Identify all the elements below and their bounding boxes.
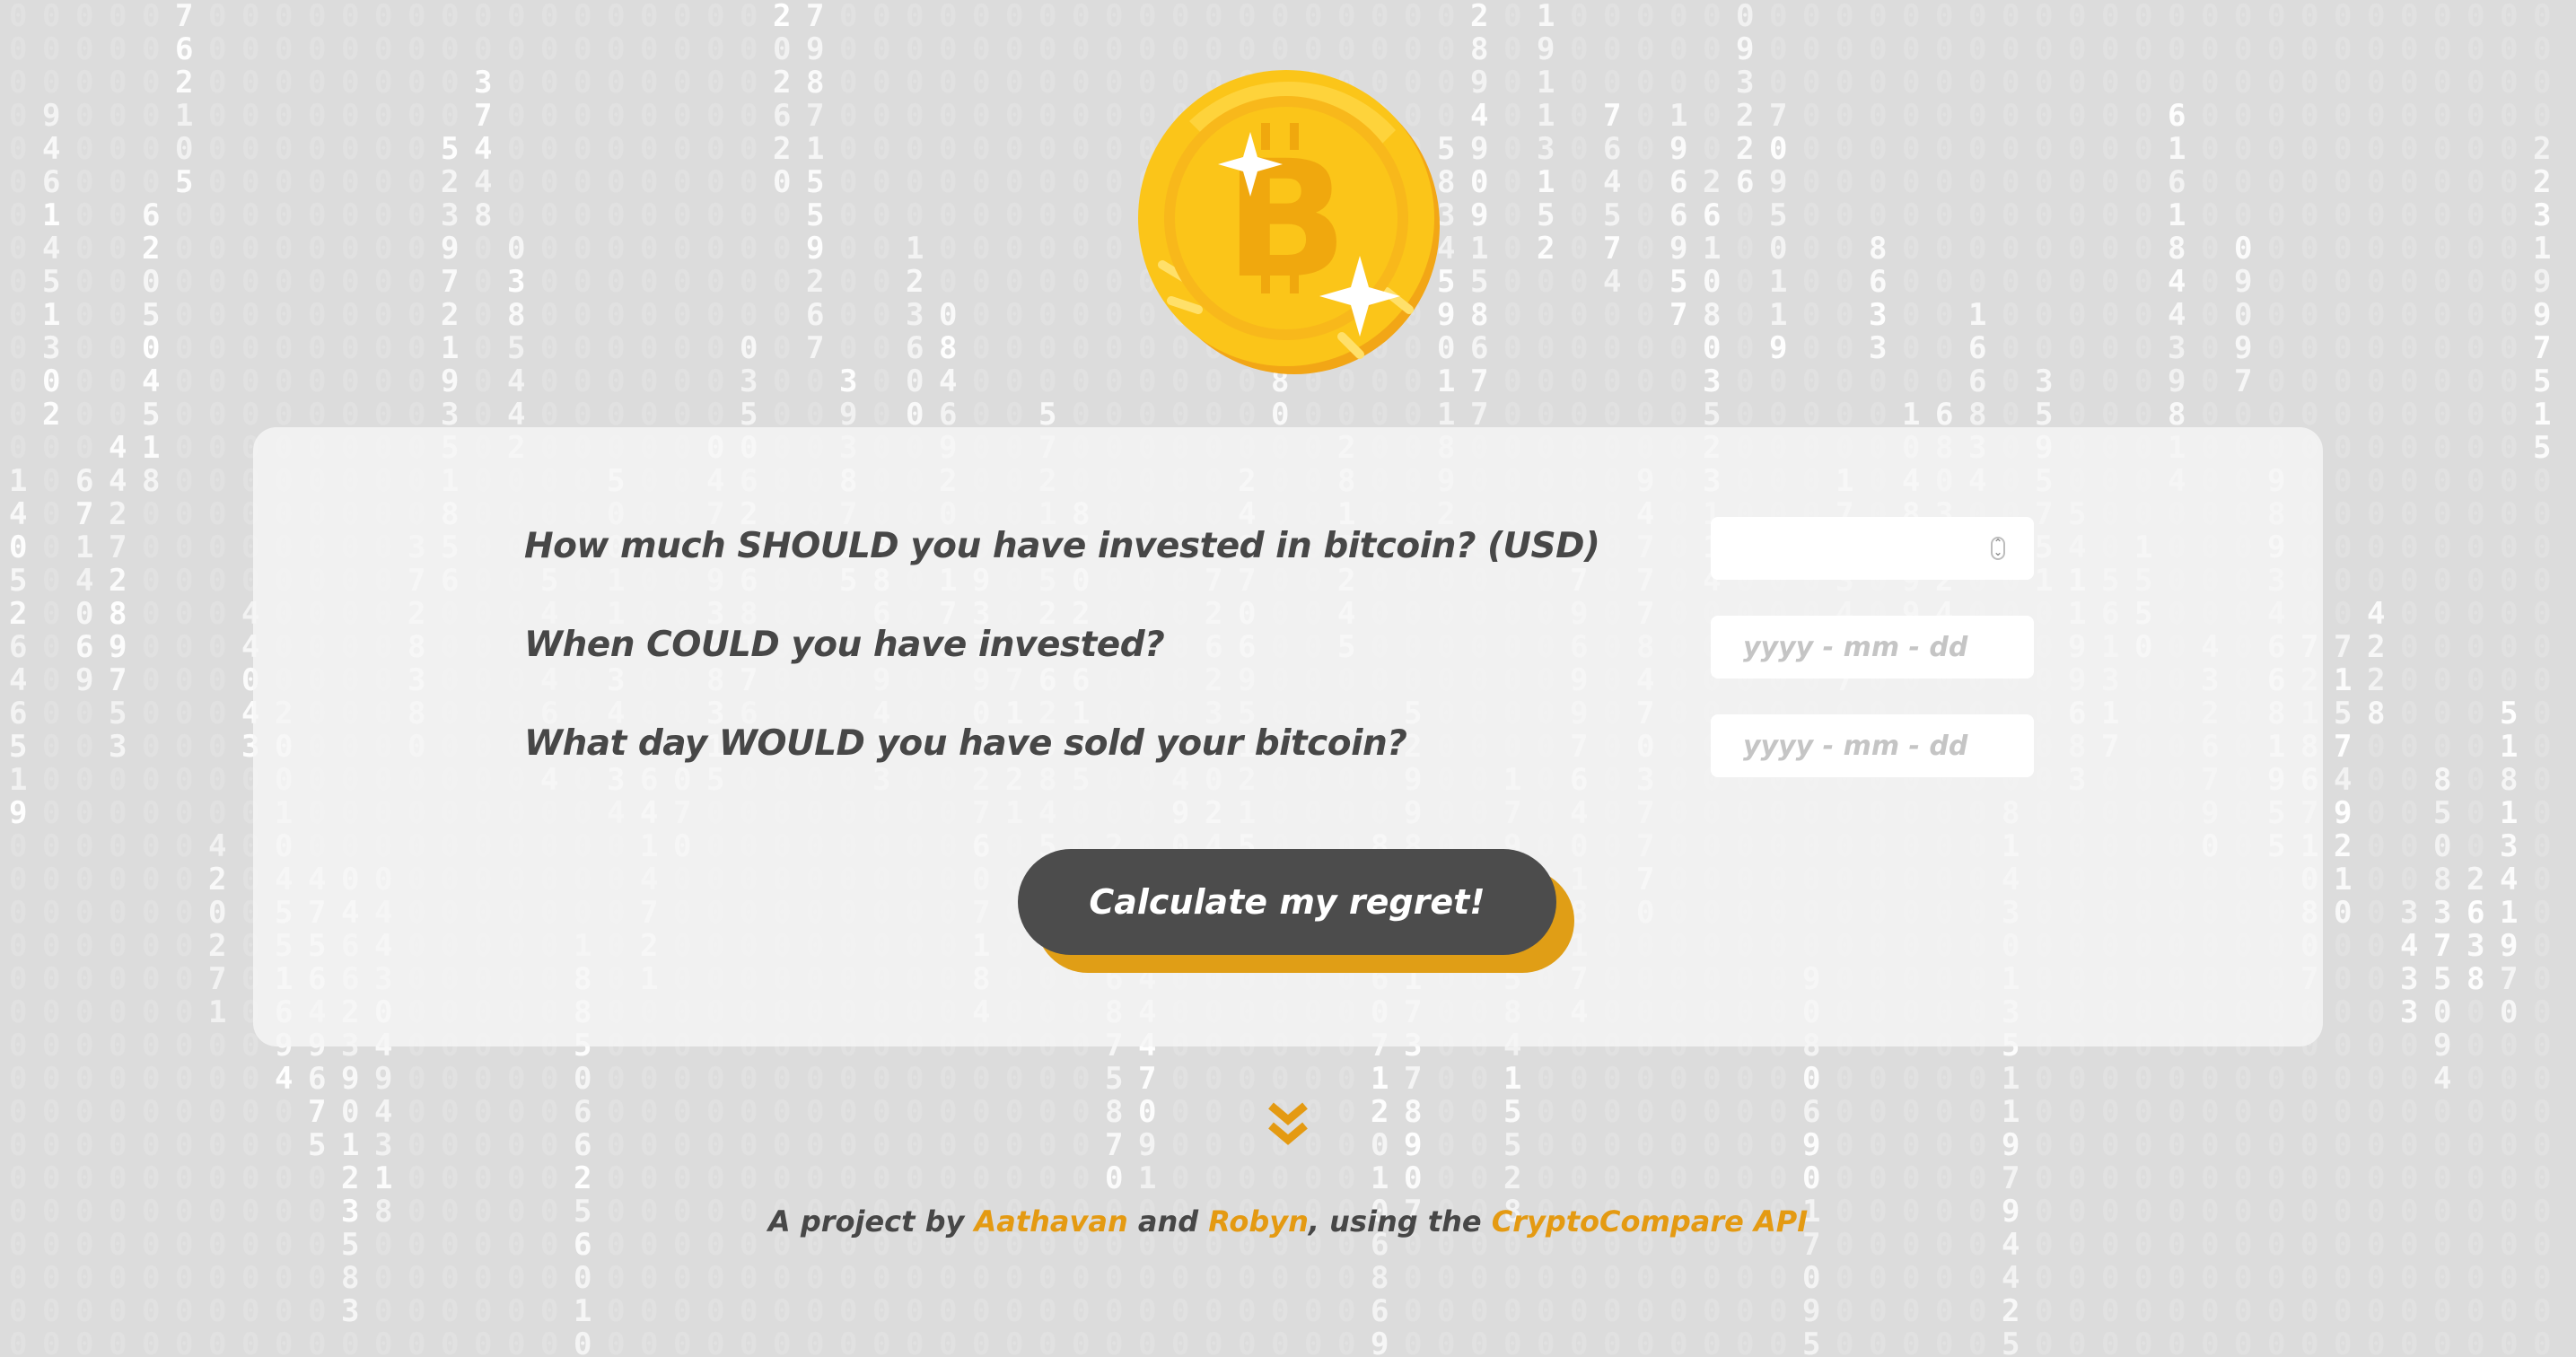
footer-and: and xyxy=(1128,1204,1209,1239)
buy-date-input[interactable]: yyyy - mm - dd xyxy=(1711,616,2034,678)
footer-prefix: A project by xyxy=(768,1204,975,1239)
amount-input[interactable]: ⌃ ⌄ xyxy=(1711,517,2034,580)
calculate-regret-button[interactable]: Calculate my regret! xyxy=(1018,849,1556,955)
amount-label: How much SHOULD you have invested in bit… xyxy=(524,526,1600,566)
buy-date-placeholder[interactable]: yyyy - mm - dd xyxy=(1743,632,1967,663)
footer-using: , using the xyxy=(1309,1204,1492,1239)
buy-date-label: When COULD you have invested? xyxy=(524,625,1165,665)
author-link-robyn[interactable]: Robyn xyxy=(1208,1204,1309,1239)
sell-date-label: What day WOULD you have sold your bitcoi… xyxy=(524,723,1407,764)
footer-credits: A project by Aathavan and Robyn, using t… xyxy=(0,1204,2576,1239)
cryptocompare-api-link[interactable]: CryptoCompare API xyxy=(1492,1204,1808,1239)
author-link-aathavan[interactable]: Aathavan xyxy=(974,1204,1127,1239)
bitcoin-coin-icon: B xyxy=(1138,70,1440,374)
number-spinner-icon[interactable]: ⌃ ⌄ xyxy=(1991,537,2005,560)
sell-date-placeholder[interactable]: yyyy - mm - dd xyxy=(1743,731,1967,762)
double-chevron-down-icon[interactable] xyxy=(1267,1102,1309,1149)
sell-date-input[interactable]: yyyy - mm - dd xyxy=(1711,714,2034,777)
svg-text:B: B xyxy=(1224,127,1347,314)
